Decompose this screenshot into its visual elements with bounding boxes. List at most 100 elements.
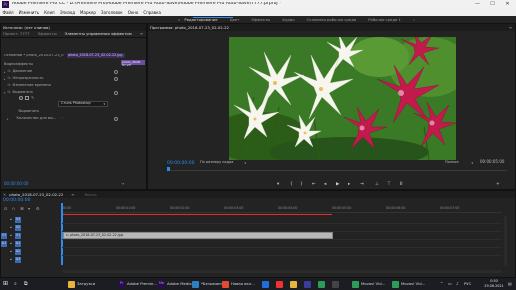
fx-icon[interactable]: fx	[8, 84, 11, 87]
start-button[interactable]: ⊞	[3, 279, 8, 289]
work-area-bar[interactable]	[62, 214, 332, 215]
step-back-icon[interactable]: ◂	[324, 182, 326, 188]
tab-project[interactable]: Проект: 7777	[3, 32, 30, 36]
track-target-a2[interactable]: A2	[15, 249, 21, 255]
panel-menu-icon[interactable]: ≡	[71, 192, 74, 197]
menu-file[interactable]: Файл	[0, 10, 16, 15]
track-target-v3[interactable]: V3	[15, 217, 21, 223]
rectangle-mask-icon[interactable]	[25, 96, 29, 100]
tray-volume-icon[interactable]: ♪	[456, 279, 459, 289]
add-button-icon[interactable]: +	[496, 182, 500, 188]
track-target-v1[interactable]: V1	[15, 233, 21, 239]
fx-icon[interactable]: fx	[8, 77, 11, 80]
fx-icon[interactable]: fx	[8, 91, 11, 94]
tab-effects[interactable]: Эффекты	[38, 32, 57, 36]
tab-source[interactable]: Источник: (нет клипов)	[3, 25, 50, 30]
taskbar-app-downloads[interactable]: Загрузки	[68, 279, 95, 289]
source-patch-a1[interactable]: A1	[1, 241, 7, 247]
taskbar-app-media-encoder[interactable]: Me Adobe Media ...	[158, 279, 196, 289]
track-target-v2[interactable]: V2	[15, 225, 21, 231]
lock-icon[interactable]: 🔒︎	[8, 241, 14, 247]
taskbar-app-movavi-2[interactable]: Movavi Vid...	[392, 279, 425, 289]
tray-chevron-icon[interactable]: ⌃	[440, 279, 443, 289]
value-cursor[interactable]: ◦	[61, 116, 63, 121]
add-marker-icon[interactable]: ▾	[277, 182, 279, 188]
timeline-horizontal-scrollbar[interactable]	[62, 270, 502, 273]
menu-title[interactable]: Заголовок	[98, 10, 125, 15]
notifications-icon[interactable]: ▤	[508, 279, 512, 289]
minimize-icon[interactable]: —	[470, 0, 485, 9]
go-to-in-icon[interactable]: ⇤	[312, 182, 316, 188]
mark-in-icon[interactable]: {	[290, 182, 293, 188]
lock-icon[interactable]: 🔒︎	[8, 249, 14, 255]
expand-icon[interactable]: ▸	[4, 70, 6, 74]
reset-icon[interactable]	[114, 77, 118, 81]
taskbar-pinned-tool[interactable]	[332, 279, 341, 289]
pen-mask-icon[interactable]: ✎	[31, 96, 34, 100]
panel-menu-icon[interactable]: ≡	[140, 32, 143, 36]
expand-icon[interactable]: ▸	[4, 77, 6, 81]
workspace-custom[interactable]: Рабочая среда 1	[368, 17, 401, 22]
workspace-color[interactable]: Цвет	[230, 17, 240, 22]
clip-name-link[interactable]: photo_2018-07-23_02-02-22.jpg	[67, 53, 125, 58]
menu-help[interactable]: Справка	[141, 10, 164, 15]
track-target-a1[interactable]: A1	[15, 241, 21, 247]
lock-icon[interactable]: 🔒︎	[8, 233, 14, 239]
tray-language[interactable]: РУС	[464, 279, 471, 289]
close-icon[interactable]: ✕	[500, 0, 515, 9]
source-patch-v1[interactable]: V1	[1, 233, 7, 239]
taskbar-app-movavi-1[interactable]: Movavi Vid...	[352, 279, 385, 289]
workspace-main[interactable]: Основная рабочая среда	[307, 17, 357, 22]
linked-selection-icon[interactable]: ⌘	[20, 207, 24, 211]
reset-icon[interactable]	[114, 70, 118, 74]
effect-opacity-row[interactable]: ▸ fx Непрозрачность	[4, 76, 44, 82]
wrench-icon[interactable]: ⚙	[36, 207, 40, 211]
reset-icon[interactable]	[114, 91, 118, 95]
go-to-out-icon[interactable]: ⇥	[360, 182, 364, 188]
workspace-audio[interactable]: Аудио	[282, 17, 294, 22]
fit-dropdown[interactable]: По размеру кадра ▾	[200, 160, 246, 166]
taskbar-pinned-mail[interactable]	[262, 279, 271, 289]
mark-out-icon[interactable]: }	[300, 182, 303, 188]
tab-program[interactable]: Программа: photo_2018-07-23_02-02-22	[150, 25, 229, 30]
effect-motion-row[interactable]: ▸ fx Движение	[4, 69, 32, 75]
workspace-editing[interactable]: Редактирование	[184, 17, 217, 22]
program-scrubber[interactable]	[167, 170, 507, 171]
blend-mode-dropdown[interactable]: Стиль Photoshop ▾	[58, 101, 108, 107]
menu-window[interactable]: Окно	[125, 10, 141, 15]
playhead-icon[interactable]	[167, 167, 170, 171]
search-taskbar-icon[interactable]: ⌕	[14, 279, 17, 289]
panel-menu-icon[interactable]: ≡	[509, 25, 512, 30]
nest-icon[interactable]: ⊡	[4, 207, 7, 211]
lift-icon[interactable]: ⊥	[375, 182, 379, 188]
tray-network-icon[interactable]: ▭	[448, 279, 452, 289]
expand-icon[interactable]: ▸	[7, 117, 9, 121]
collapse-icon[interactable]: ▾	[4, 91, 6, 95]
menu-marker[interactable]: Маркер	[78, 10, 99, 15]
taskbar-app-premiere[interactable]: Pr Adobe Premie...	[118, 279, 157, 289]
step-forward-icon[interactable]: ▸	[348, 182, 350, 188]
timeline-vertical-scrollbar[interactable]	[504, 216, 507, 266]
timeline-timecode[interactable]: 00:00:00:00	[3, 198, 30, 204]
lock-icon[interactable]: 🔒︎	[8, 257, 14, 263]
export-frame-icon[interactable]: ⌷	[400, 182, 403, 188]
task-view-icon[interactable]: ⧉	[24, 279, 28, 289]
effect-controls-timecode[interactable]: 00:00:00:00	[4, 182, 28, 186]
menu-sequence[interactable]: Эпизод	[57, 10, 77, 15]
lock-icon[interactable]: 🔒︎	[8, 225, 14, 231]
clip-bar[interactable]: photo_2018-07-23	[121, 60, 145, 67]
extract-icon[interactable]: ⊤	[387, 182, 391, 188]
program-timecode[interactable]: 00:00:00:00	[167, 161, 194, 167]
reset-icon[interactable]	[114, 117, 118, 121]
taskbar-pinned-chat[interactable]	[304, 279, 313, 289]
menu-clip[interactable]: Клип	[42, 10, 58, 15]
home-icon[interactable]: ⌂	[178, 17, 180, 22]
add-marker-icon[interactable]: ▾	[28, 207, 30, 211]
tray-clock[interactable]: 0:50 29.06.2021	[482, 279, 506, 289]
quality-dropdown[interactable]: Полное ▾	[445, 160, 473, 166]
lock-icon[interactable]: 🔒︎	[8, 217, 14, 223]
workspace-effects[interactable]: Эффекты	[251, 17, 270, 22]
track-target-a3[interactable]: A3	[15, 257, 21, 263]
tab-sequence[interactable]: photo_2018-07-23_02-02-22	[9, 192, 63, 197]
close-tab-icon[interactable]: ✕	[3, 192, 6, 197]
